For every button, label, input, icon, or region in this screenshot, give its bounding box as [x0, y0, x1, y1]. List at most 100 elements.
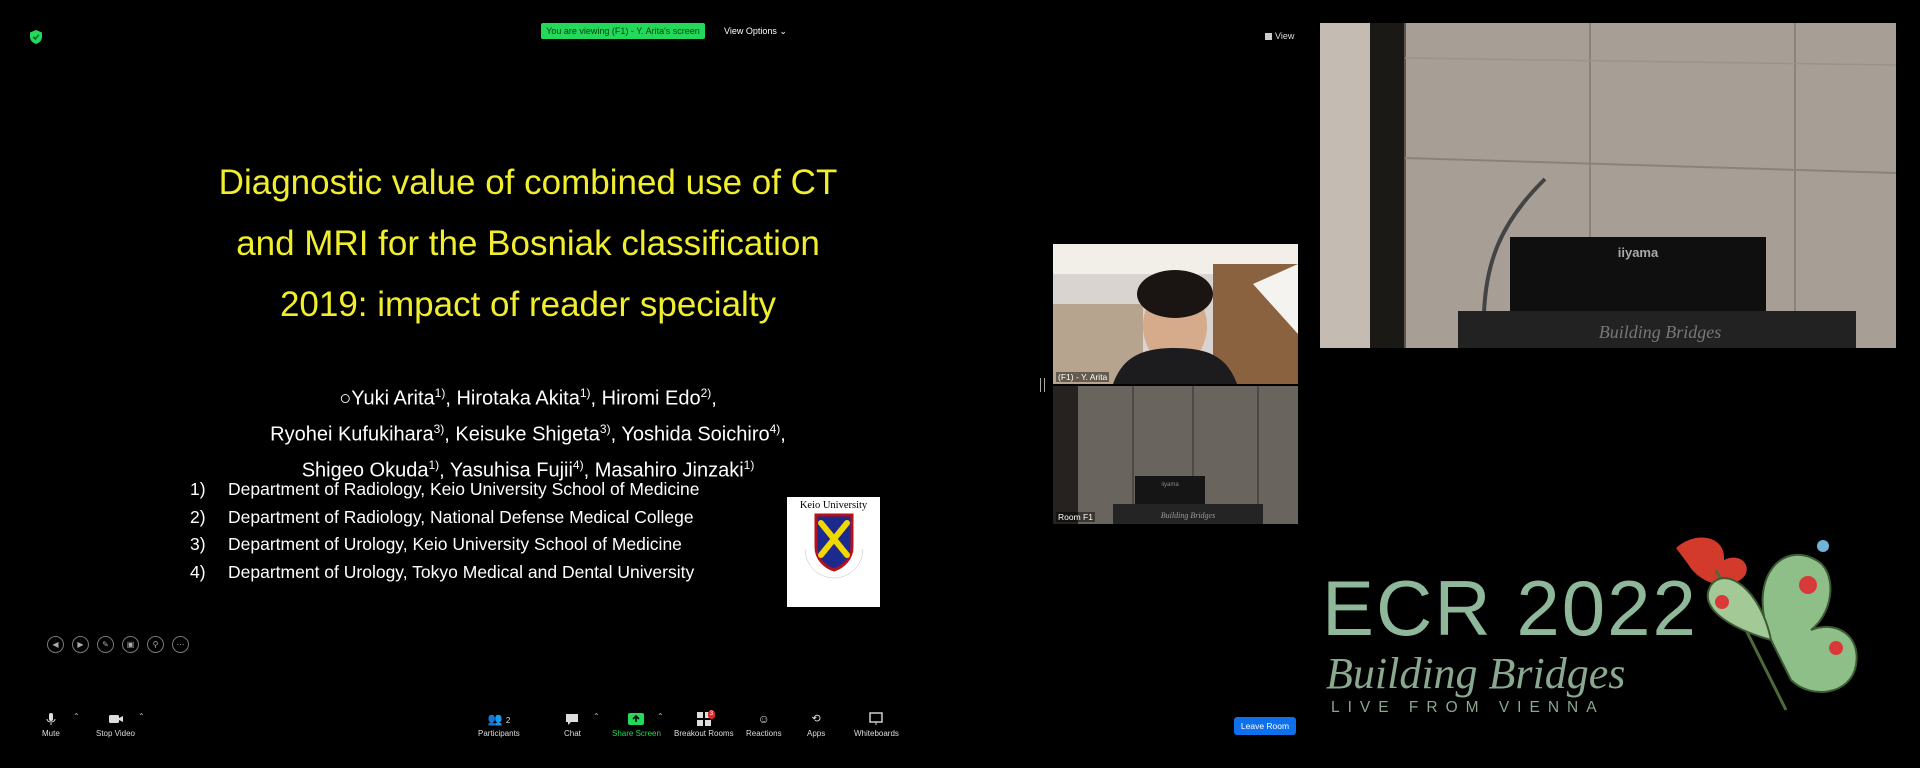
chat-bubble-icon — [566, 714, 579, 725]
author-line: ○Yuki Arita1), Hirotaka Akita1), Hiromi … — [200, 378, 856, 414]
whiteboards-label: Whiteboards — [854, 729, 899, 738]
breakout-badge: 3 — [707, 710, 716, 719]
share-screen-label: Share Screen — [612, 729, 661, 738]
stop-video-label: Stop Video — [96, 729, 135, 738]
author-name: ○Yuki Arita — [339, 387, 435, 410]
room-podium-text: Building Bridges — [1599, 322, 1722, 342]
room-monitor-brand: iiyama — [1618, 245, 1659, 260]
slide-title: Diagnostic value of combined use of CT a… — [150, 152, 906, 335]
room-name-label: Room F1 — [1056, 512, 1095, 522]
affiliation-item: 1) Department of Radiology, Keio Universi… — [190, 476, 699, 504]
reactions-label: Reactions — [746, 729, 782, 738]
leave-room-button[interactable]: Leave Room — [1234, 717, 1296, 735]
whiteboard-icon — [869, 712, 884, 725]
video-options-caret[interactable]: ⌃ — [138, 712, 145, 721]
ecr-tagline: LIVE FROM VIENNA — [1331, 699, 1605, 716]
mute-label: Mute — [42, 729, 60, 738]
author-line: Ryohei Kufukihara3), Keisuke Shigeta3), … — [200, 414, 856, 450]
author-affil-mark: 3) — [599, 422, 611, 437]
author-separator: , — [780, 423, 786, 446]
affiliation-item: 4) Department of Urology, Tokyo Medical a… — [190, 559, 699, 587]
audio-options-caret[interactable]: ⌃ — [73, 712, 80, 721]
room-video-tile[interactable]: iiyama Building Bridges Room F1 — [1053, 386, 1298, 524]
panel-resize-handle[interactable] — [1040, 378, 1045, 392]
author-affil-mark: 1) — [434, 386, 446, 400]
chat-options-caret[interactable]: ⌃ — [593, 712, 600, 721]
reactions-button[interactable]: ☺ Reactions — [746, 712, 782, 738]
speaker-video-tile[interactable]: (F1) - Y. Arita — [1053, 244, 1298, 384]
affiliation-text: Department of Urology, Tokyo Medical and… — [228, 561, 695, 582]
participants-button[interactable]: 👥 2 Participants — [478, 712, 520, 738]
more-icon[interactable]: ⋯ — [172, 636, 189, 653]
stop-video-button[interactable]: Stop Video — [96, 712, 135, 738]
reactions-icon: ☺ — [757, 712, 770, 726]
viewing-screen-banner: You are viewing (F1) - Y. Arita's screen — [541, 23, 705, 39]
affiliation-text: Department of Radiology, National Defens… — [228, 506, 694, 527]
affiliation-list: 1) Department of Radiology, Keio Universi… — [190, 476, 699, 586]
share-screen-icon — [628, 713, 645, 725]
author-name: , Keisuke Shigeta — [444, 423, 600, 446]
share-options-caret[interactable]: ⌃ — [657, 712, 664, 721]
keio-crest-icon — [804, 513, 863, 579]
pen-icon[interactable]: ✎ — [97, 636, 114, 653]
slide-title-line: and MRI for the Bosniak classification — [236, 224, 820, 263]
participants-count: 2 — [505, 716, 511, 725]
participants-label: Participants — [478, 729, 520, 738]
breakout-rooms-label: Breakout Rooms — [674, 729, 734, 738]
author-affil-mark: 1) — [579, 386, 591, 400]
author-name: Ryohei Kufukihara — [270, 423, 434, 446]
affiliation-number: 1) — [190, 479, 206, 499]
apps-button[interactable]: ⟲ Apps — [807, 712, 825, 738]
author-affil-mark: 2) — [700, 386, 712, 400]
room-camera-image: iiyama Building Bridges — [1320, 23, 1897, 348]
slide-title-line: Diagnostic value of combined use of CT — [218, 163, 838, 202]
video-camera-icon — [108, 715, 123, 723]
author-affil-mark: 4) — [572, 458, 584, 473]
apps-icon: ⟲ — [811, 713, 821, 725]
author-affil-mark: 1) — [743, 458, 755, 473]
mute-button[interactable]: Mute — [42, 712, 60, 738]
affiliation-number: 4) — [190, 561, 206, 582]
zoom-icon[interactable]: ⚲ — [147, 636, 164, 653]
capture-icon[interactable]: ▣ — [122, 636, 139, 653]
keio-university-logo: Keio University — [787, 497, 880, 607]
author-name: , Hiromi Edo — [590, 387, 701, 410]
podium-text: Building Bridges — [1161, 511, 1215, 520]
previous-page-icon[interactable]: ◀ — [47, 636, 64, 653]
affiliation-number: 3) — [190, 534, 206, 554]
affiliation-text: Department of Urology, Keio University S… — [228, 534, 682, 554]
whiteboards-button[interactable]: Whiteboards — [854, 712, 899, 738]
next-page-icon[interactable]: ▶ — [72, 636, 89, 653]
room-video: iiyama Building Bridges — [1053, 386, 1298, 524]
monitor-brand: iiyama — [1161, 482, 1179, 488]
slide-title-line: 2019: impact of reader specialty — [279, 285, 777, 324]
view-options-menu[interactable]: View Options ⌄ — [724, 24, 787, 38]
author-affil-mark: 3) — [433, 422, 445, 437]
affiliation-item: 3) Department of Urology, Keio University… — [190, 531, 699, 559]
room-camera-feed: iiyama Building Bridges — [1320, 23, 1897, 348]
ecr-subtitle: Building Bridges — [1326, 649, 1625, 698]
speaker-video — [1053, 244, 1298, 384]
speaker-name-label: (F1) - Y. Arita — [1056, 372, 1110, 382]
butterfly-flower-icon — [1676, 537, 1858, 711]
share-screen-button[interactable]: Share Screen — [612, 712, 661, 738]
ecr-title: ECR 2022 — [1322, 564, 1698, 652]
apps-label: Apps — [807, 729, 826, 738]
breakout-rooms-button[interactable]: 3 Breakout Rooms — [674, 710, 734, 738]
author-name: , Hirotaka Akita — [445, 387, 580, 410]
slide-authors: ○Yuki Arita1), Hirotaka Akita1), Hiromi … — [200, 378, 856, 486]
breakout-rooms-icon: 3 — [694, 710, 716, 726]
annotation-toolbar: ◀ ▶ ✎ ▣ ⚲ ⋯ — [47, 636, 189, 653]
security-shield-icon[interactable] — [30, 30, 42, 44]
view-layout-icon — [1265, 33, 1272, 40]
author-separator: , — [711, 387, 717, 410]
ecr-2022-branding: ECR 2022 Building Bridges LIVE FROM VIEN… — [1316, 520, 1916, 760]
participants-icon: 👥 2 — [487, 712, 511, 726]
author-name: , Yoshida Soichiro — [610, 423, 770, 446]
chat-label: Chat — [564, 729, 581, 738]
affiliation-number: 2) — [190, 506, 206, 527]
affiliation-text: Department of Radiology, Keio University… — [228, 479, 700, 499]
view-button[interactable]: View — [1265, 31, 1294, 41]
author-affil-mark: 4) — [769, 422, 781, 437]
chat-button[interactable]: Chat — [564, 712, 581, 738]
